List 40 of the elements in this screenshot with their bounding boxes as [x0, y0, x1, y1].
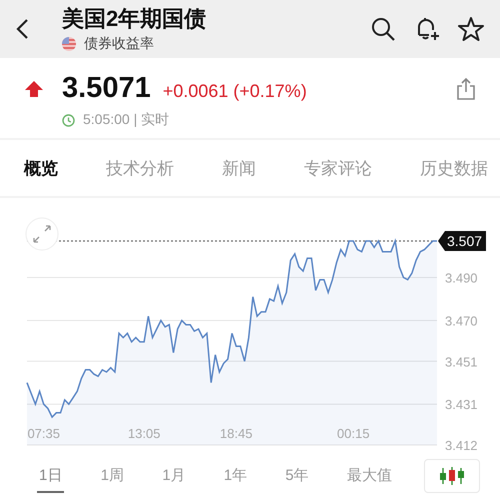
price-change: +0.0061 (+0.17%): [162, 81, 307, 102]
price-tag: 3.507: [438, 231, 486, 251]
range-tab[interactable]: 1年: [222, 460, 250, 492]
range-tab[interactable]: 1月: [160, 460, 188, 492]
axis-label: 3.412: [445, 438, 478, 450]
tab[interactable]: 概览: [24, 152, 58, 184]
star-icon: [458, 16, 484, 42]
range-tab[interactable]: 1日: [37, 460, 64, 492]
tab[interactable]: 专家评论: [304, 152, 372, 184]
y-tick-label: 3.507: [447, 233, 482, 249]
back-button[interactable]: [14, 18, 30, 40]
axis-label: 00:15: [337, 426, 370, 441]
tab[interactable]: 历史数据: [420, 152, 488, 184]
axis-label: 18:45: [220, 426, 252, 441]
expand-button[interactable]: [26, 218, 58, 250]
axis-label: 3.431: [445, 397, 478, 412]
flag-icon: [62, 36, 76, 50]
price-value: 3.5071: [62, 72, 151, 105]
back-icon: [14, 18, 30, 40]
clock-icon: [62, 114, 75, 126]
share-icon: [456, 76, 476, 100]
axis-label: 3.470: [445, 313, 478, 328]
chart-type-button[interactable]: [424, 459, 480, 493]
range-tab[interactable]: 1周: [98, 460, 126, 492]
subtitle: 债券收益率: [84, 34, 154, 52]
favorite-button[interactable]: [458, 16, 484, 42]
search-button[interactable]: [370, 16, 396, 42]
axis-label: 3.451: [445, 354, 478, 370]
page-title: 美国2年期国债: [62, 6, 208, 32]
search-icon: [370, 16, 396, 42]
tab[interactable]: 新闻: [222, 152, 256, 184]
axis-label: 13:05: [128, 426, 160, 441]
candlestick-icon: [439, 467, 465, 485]
axis-label: 3.490: [445, 270, 478, 286]
share-button[interactable]: [456, 76, 476, 100]
range-tab[interactable]: 最大值: [344, 460, 394, 492]
tab[interactable]: 技术分析: [106, 152, 174, 184]
quote-time: 5:05:00 | 实时: [83, 111, 170, 129]
axis-label: 07:35: [27, 426, 60, 441]
range-tab[interactable]: 5年: [283, 460, 311, 492]
